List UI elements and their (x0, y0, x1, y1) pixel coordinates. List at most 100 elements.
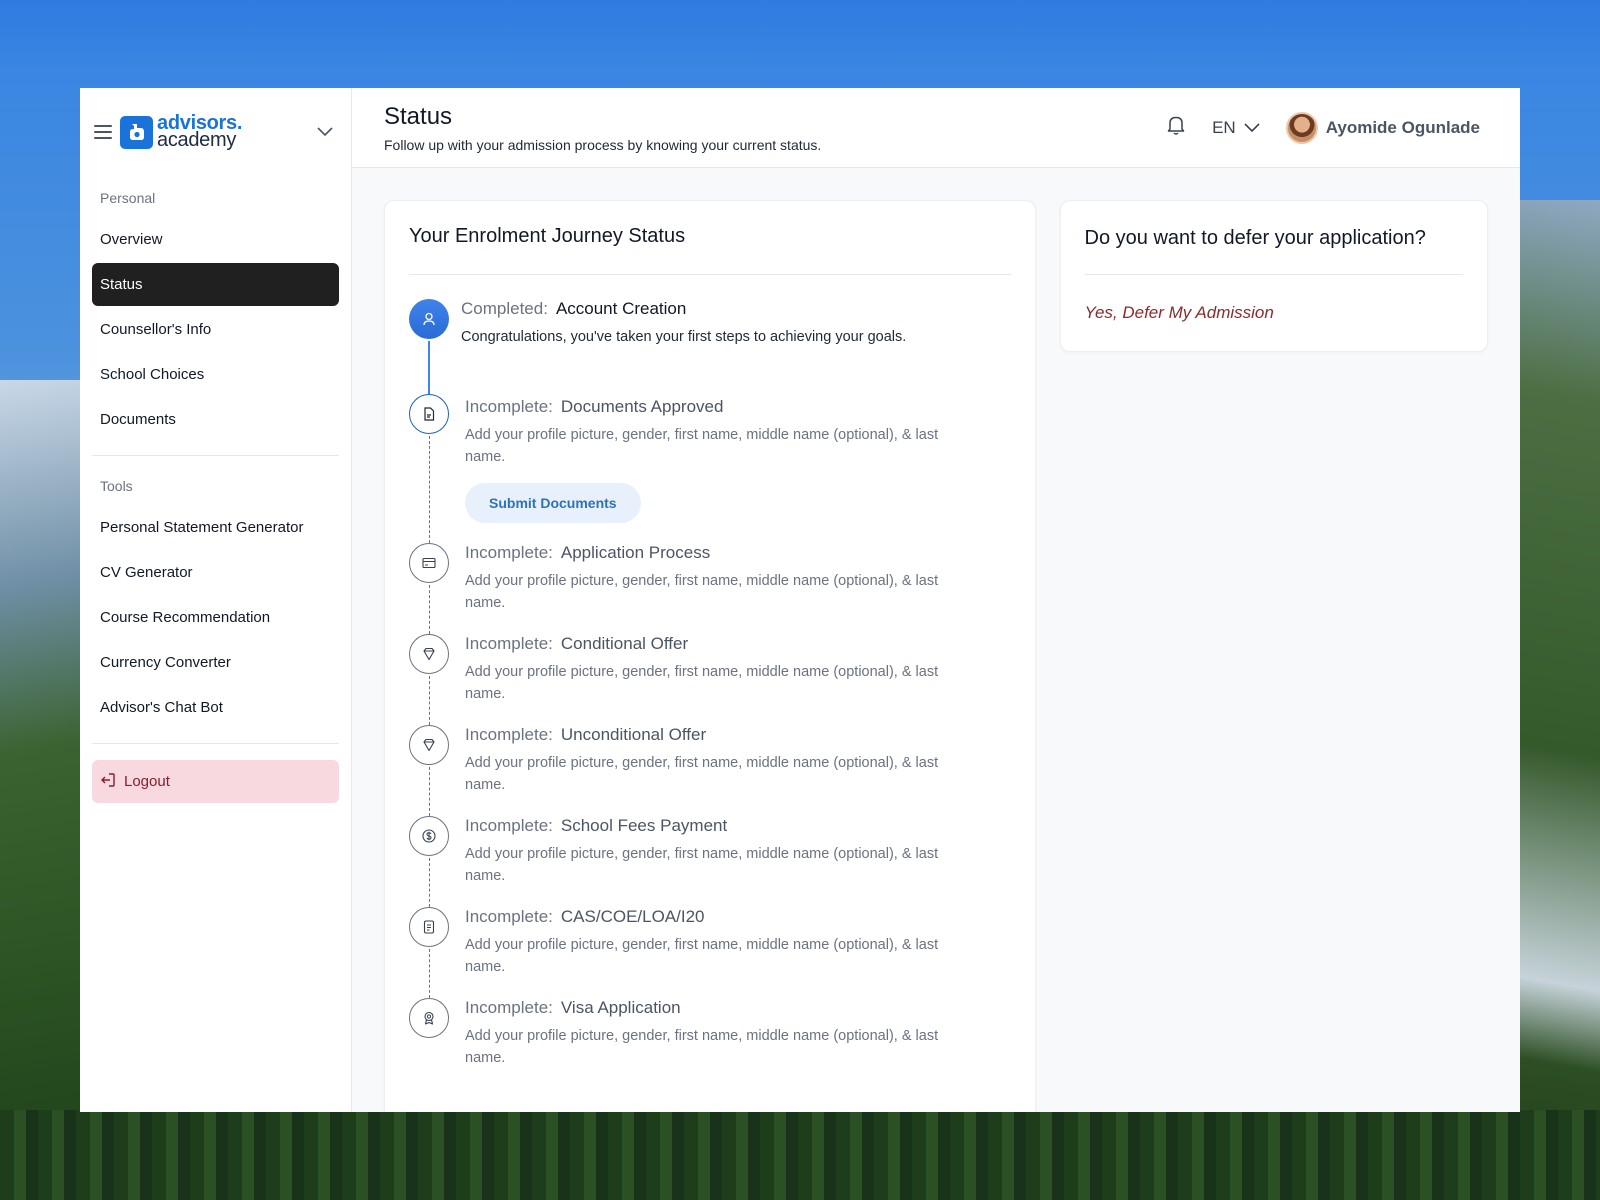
menu-icon[interactable] (94, 125, 112, 139)
step-description: Add your profile picture, gender, first … (465, 573, 939, 611)
notification-bell-icon[interactable] (1166, 114, 1186, 141)
logo-text: advisors. academy (157, 113, 242, 151)
step-name: Application Process (560, 543, 711, 562)
badge-icon (409, 998, 449, 1038)
step-school-fees-payment: Incomplete: School Fees Payment Add your … (409, 816, 1011, 907)
step-heading: Incomplete: Conditional Offer (465, 634, 977, 654)
step-description: Add your profile picture, gender, first … (465, 427, 939, 465)
sidebar-item-school-choices[interactable]: School Choices (92, 353, 339, 396)
brand-left: advisors. academy (94, 113, 242, 151)
sidebar-item-course-recommendation[interactable]: Course Recommendation (92, 596, 339, 639)
journey-steps: Completed: Account Creation Congratulatio… (409, 275, 1011, 1089)
step-name: Conditional Offer (560, 634, 689, 653)
step-account-creation: Completed: Account Creation Congratulatio… (409, 299, 1011, 394)
user-menu[interactable]: Ayomide Ogunlade (1285, 111, 1480, 144)
step-body: Incomplete: CAS/COE/LOA/I20 Add your prof… (449, 907, 977, 998)
step-body: Incomplete: Documents Approved Add your p… (449, 394, 977, 543)
step-body: Incomplete: Application Process Add your … (449, 543, 977, 634)
step-state: Incomplete: (465, 998, 553, 1017)
language-label: EN (1212, 117, 1236, 137)
step-connector (428, 858, 430, 907)
submit-documents-button[interactable]: Submit Documents (465, 483, 641, 523)
step-conditional-offer: Incomplete: Conditional Offer Add your pr… (409, 634, 1011, 725)
logo-line-2: academy (157, 129, 237, 151)
tools-nav: Personal Statement Generator CV Generato… (92, 504, 339, 731)
personal-nav: Overview Status Counsellor's Info School… (92, 216, 339, 443)
sidebar-item-personal-statement-generator[interactable]: Personal Statement Generator (92, 506, 339, 549)
step-icon-column (409, 394, 449, 543)
step-body: Incomplete: Conditional Offer Add your pr… (449, 634, 977, 725)
diamond-icon (409, 634, 449, 674)
sidebar-item-cv-generator[interactable]: CV Generator (92, 551, 339, 594)
step-name: CAS/COE/LOA/I20 (560, 907, 705, 926)
language-selector[interactable]: EN (1212, 118, 1260, 138)
card-icon (409, 543, 449, 583)
step-state: Incomplete: (465, 816, 553, 835)
step-body: Incomplete: Unconditional Offer Add your … (449, 725, 977, 816)
step-heading: Incomplete: Application Process (465, 543, 977, 563)
sidebar-divider (92, 743, 339, 744)
step-heading: Incomplete: Unconditional Offer (465, 725, 977, 745)
sidebar-item-advisors-chat-bot[interactable]: Advisor's Chat Bot (92, 686, 339, 729)
step-description: Add your profile picture, gender, first … (465, 755, 939, 793)
sidebar-collapse-chevron-icon[interactable] (313, 120, 337, 144)
sidebar-item-counsellors-info[interactable]: Counsellor's Info (92, 308, 339, 351)
step-icon-column (409, 634, 449, 725)
step-name: Unconditional Offer (560, 725, 707, 744)
sidebar-item-overview[interactable]: Overview (92, 218, 339, 261)
step-documents-approved: Incomplete: Documents Approved Add your p… (409, 394, 1011, 543)
step-description: Add your profile picture, gender, first … (465, 1028, 939, 1066)
step-icon-column (409, 299, 449, 394)
sidebar-divider (92, 455, 339, 456)
defer-admission-link[interactable]: Yes, Defer My Admission (1085, 303, 1274, 323)
background-mountain-right (1520, 200, 1600, 1200)
step-icon-column (409, 543, 449, 634)
step-connector (428, 949, 430, 998)
brand-row: advisors. academy (92, 88, 339, 176)
step-name: Documents Approved (560, 397, 724, 416)
app-window: advisors. academy Personal Overview Stat… (80, 88, 1520, 1112)
step-icon-column (409, 725, 449, 816)
logout-label: Logout (124, 773, 170, 790)
sidebar-item-status[interactable]: Status (92, 263, 339, 306)
user-name: Ayomide Ogunlade (1325, 117, 1480, 137)
step-application-process: Incomplete: Application Process Add your … (409, 543, 1011, 634)
logo-badge-icon (120, 115, 153, 149)
step-icon-column (409, 816, 449, 907)
content: Your Enrolment Journey Status Completed:… (352, 168, 1520, 1112)
defer-title: Do you want to defer your application? (1084, 227, 1463, 275)
step-state: Incomplete: (465, 907, 553, 926)
page-title: Status (384, 102, 453, 130)
step-visa-application: Incomplete: Visa Application Add your pro… (409, 998, 1011, 1089)
page-heading: Status Follow up with your admission pro… (384, 103, 821, 153)
step-heading: Incomplete: Visa Application (465, 998, 977, 1018)
step-cas-coe-loa-i20: Incomplete: CAS/COE/LOA/I20 Add your prof… (409, 907, 1011, 998)
step-name: School Fees Payment (560, 816, 728, 835)
avatar (1285, 111, 1318, 144)
topbar: Status Follow up with your admission pro… (352, 88, 1520, 168)
sidebar-item-documents[interactable]: Documents (92, 398, 339, 441)
journey-title: Your Enrolment Journey Status (409, 225, 1011, 275)
step-connector (428, 767, 430, 816)
logo[interactable]: advisors. academy (120, 113, 242, 151)
step-state: Incomplete: (465, 725, 553, 744)
step-icon-column (409, 998, 449, 1089)
step-connector (428, 585, 430, 634)
background-forest (0, 1110, 1600, 1200)
background-mountain-left (0, 380, 80, 1200)
logout-button[interactable]: Logout (92, 760, 339, 803)
logout-icon (100, 772, 116, 792)
step-description: Add your profile picture, gender, first … (465, 937, 939, 975)
step-name: Visa Application (560, 998, 681, 1017)
user-icon (409, 299, 449, 339)
step-state: Incomplete: (465, 543, 553, 562)
file-icon (409, 907, 449, 947)
step-description: Congratulations, you've taken your first… (461, 329, 907, 345)
document-icon (409, 394, 449, 434)
section-label-tools: Tools (100, 478, 133, 494)
sidebar-item-currency-converter[interactable]: Currency Converter (92, 641, 339, 684)
page-subtitle: Follow up with your admission process by… (384, 136, 822, 153)
step-state: Completed: (461, 299, 548, 318)
defer-card: Do you want to defer your application? Y… (1059, 200, 1488, 352)
main-area: Status Follow up with your admission pro… (352, 88, 1520, 1112)
